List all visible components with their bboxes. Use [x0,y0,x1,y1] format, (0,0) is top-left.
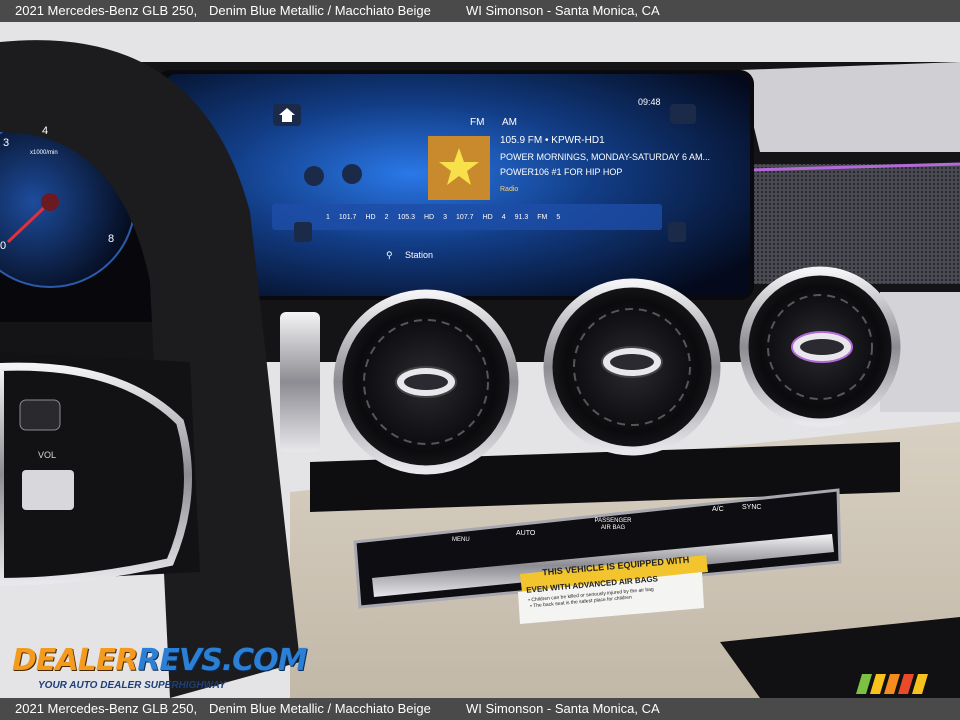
volume-roller[interactable] [22,470,74,510]
climate-sync-button[interactable]: SYNC [742,504,761,511]
preset-item: HD [424,214,435,221]
logo-text-revs: REVS.COM [137,643,307,678]
volume-label: VOL [38,450,57,460]
tach-unit: x1000/min [30,150,58,156]
tach-tick: 3 [3,137,10,149]
band-fm-tab[interactable]: FM [470,117,484,128]
station-button[interactable]: Station [405,250,433,260]
caption-vehicle: 2021 Mercedes-Benz GLB 250, [15,3,198,18]
preset-item[interactable]: 3 [443,214,447,221]
caption-bar-top: 2021 Mercedes-Benz GLB 250, Denim Blue M… [0,0,960,22]
caption-vehicle: 2021 Mercedes-Benz GLB 250, [15,701,198,716]
tach-tick: 8 [108,233,115,245]
preset-item[interactable]: 101.7 [339,214,357,221]
stripes-logo-icon [856,674,928,694]
speaker-grille [750,164,960,284]
message-button[interactable] [670,104,696,124]
tach-tick: 4 [42,125,49,137]
air-vent-center[interactable] [543,278,721,456]
climate-auto-button[interactable]: AUTO [516,530,535,537]
clock-text: 09:48 [638,97,661,107]
preset-item[interactable]: 4 [502,214,506,221]
search-icon: ⚲ [386,250,393,260]
logo-tagline: YOUR AUTO DEALER SUPERHIGHWAY [38,680,226,691]
dashboard-photo: 09:48 FM AM 105.9 FM • KPWR-HD1 POWER MO… [0,22,960,698]
air-vent-left[interactable] [333,289,519,475]
preset-list: 1 101.7 HD 2 105.3 HD 3 107.7 HD 4 91.3 … [326,214,560,221]
radio-brand: Radio [500,186,519,193]
dash-gloss-trim [740,62,960,152]
air-vent-right[interactable] [739,266,901,428]
station-slogan: POWER106 #1 FOR HIP HOP [500,167,623,177]
show-name: POWER MORNINGS, MONDAY-SATURDAY 6 AM... [500,152,711,162]
preset-item[interactable]: 105.3 [397,214,415,221]
caption-colors: Denim Blue Metallic / Macchiato Beige [209,3,431,18]
logo-text-dealer: DEALER [12,643,138,678]
preset-item[interactable]: 2 [385,214,389,221]
preset-prev-button[interactable] [294,222,312,242]
prev-button[interactable] [304,166,324,186]
caption-colors: Denim Blue Metallic / Macchiato Beige [209,701,431,716]
preset-item[interactable]: 107.7 [456,214,474,221]
climate-menu-button[interactable]: MENU [452,537,470,543]
preset-item[interactable]: 5 [556,214,560,221]
climate-ac-button[interactable]: A/C [712,506,724,513]
passenger-airbag-indicator: PASSENGER AIR BAG [594,518,632,531]
preset-item[interactable]: 91.3 [515,214,529,221]
preset-next-button[interactable] [668,222,686,242]
tach-hub [41,193,59,211]
back-button[interactable] [19,399,61,431]
preset-item: FM [537,214,548,221]
next-button[interactable] [342,164,362,184]
column-stalk-trim [280,312,320,452]
preset-item[interactable]: 1 [326,214,330,221]
steering-spoke [0,352,200,582]
dealerrevs-logo: DEALERREVS.COM [12,643,308,678]
caption-dealer: WI Simonson - Santa Monica, CA [466,3,660,18]
caption-dealer: WI Simonson - Santa Monica, CA [466,701,660,716]
preset-item: HD [482,214,493,221]
caption-bar-bottom: 2021 Mercedes-Benz GLB 250, Denim Blue M… [0,698,960,720]
tach-tick: 0 [0,240,7,252]
band-am-tab[interactable]: AM [502,117,517,128]
preset-item: HD [365,214,376,221]
station-name: 105.9 FM • KPWR-HD1 [500,135,605,146]
